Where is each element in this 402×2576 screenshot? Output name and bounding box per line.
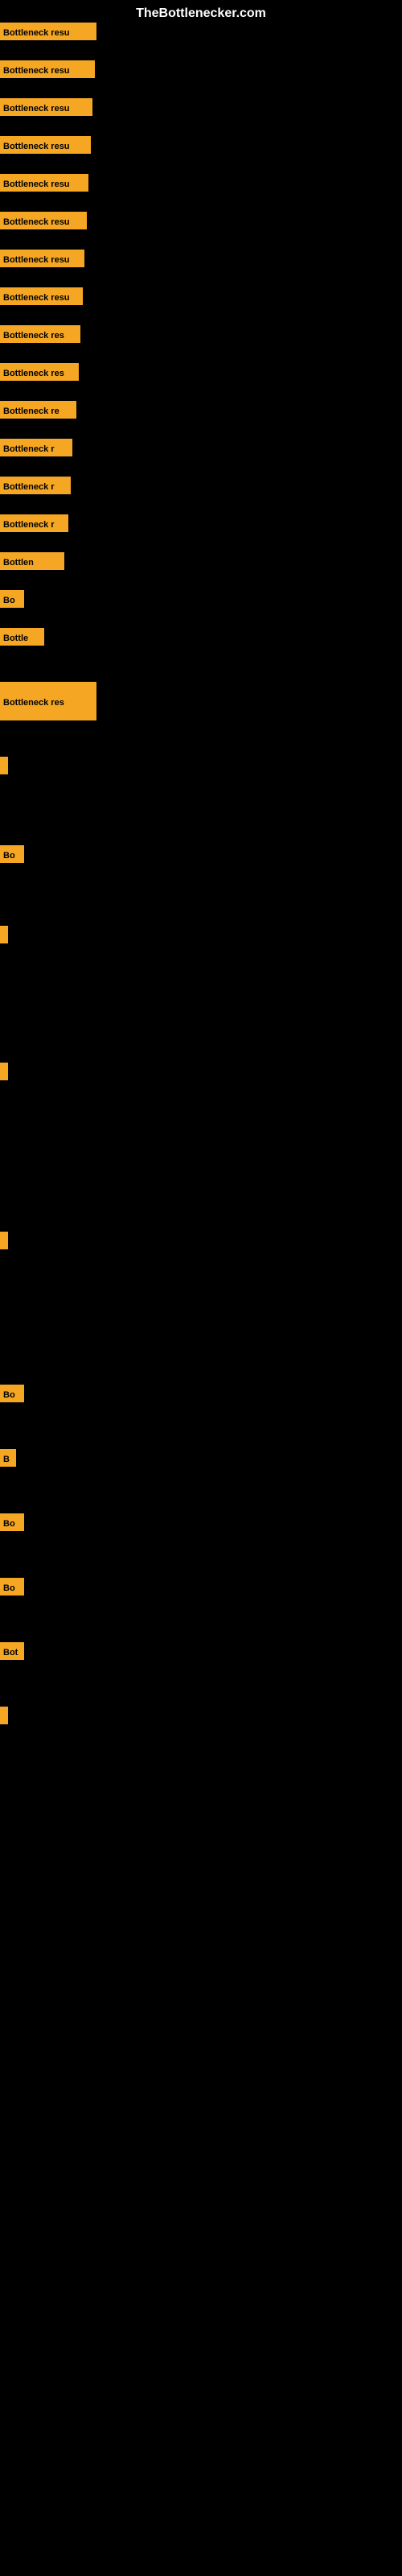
bottleneck-bar-12: Bottleneck r (0, 477, 71, 494)
bottleneck-bar-22 (0, 1232, 8, 1249)
bottleneck-bar-6: Bottleneck resu (0, 250, 84, 267)
bottleneck-bar-9: Bottleneck res (0, 363, 79, 381)
bottleneck-bar-3: Bottleneck resu (0, 136, 91, 154)
bottleneck-bar-17: Bottleneck res (0, 682, 96, 720)
bottleneck-bar-19: Bo (0, 845, 24, 863)
bottleneck-bar-1: Bottleneck resu (0, 60, 95, 78)
bottleneck-bar-10: Bottleneck re (0, 401, 76, 419)
bottleneck-bar-8: Bottleneck res (0, 325, 80, 343)
bottleneck-bar-15: Bo (0, 590, 24, 608)
bottleneck-bar-11: Bottleneck r (0, 439, 72, 456)
bottleneck-bar-20 (0, 926, 8, 943)
site-title: TheBottlenecker.com (0, 6, 402, 21)
bottleneck-bar-21 (0, 1063, 8, 1080)
bottleneck-bar-0: Bottleneck resu (0, 23, 96, 40)
bottleneck-bar-7: Bottleneck resu (0, 287, 83, 305)
bottleneck-bar-18 (0, 757, 8, 774)
bottleneck-bar-16: Bottle (0, 628, 44, 646)
bottleneck-bar-14: Bottlen (0, 552, 64, 570)
bottleneck-bar-27: Bot (0, 1642, 24, 1660)
bottleneck-bar-4: Bottleneck resu (0, 174, 88, 192)
bottleneck-bar-2: Bottleneck resu (0, 98, 92, 116)
bottleneck-bar-25: Bo (0, 1513, 24, 1531)
bottleneck-bar-24: B (0, 1449, 16, 1467)
bottleneck-bar-13: Bottleneck r (0, 514, 68, 532)
bottleneck-bar-26: Bo (0, 1578, 24, 1596)
bottleneck-bar-28 (0, 1707, 8, 1724)
bottleneck-bar-5: Bottleneck resu (0, 212, 87, 229)
bottleneck-bar-23: Bo (0, 1385, 24, 1402)
